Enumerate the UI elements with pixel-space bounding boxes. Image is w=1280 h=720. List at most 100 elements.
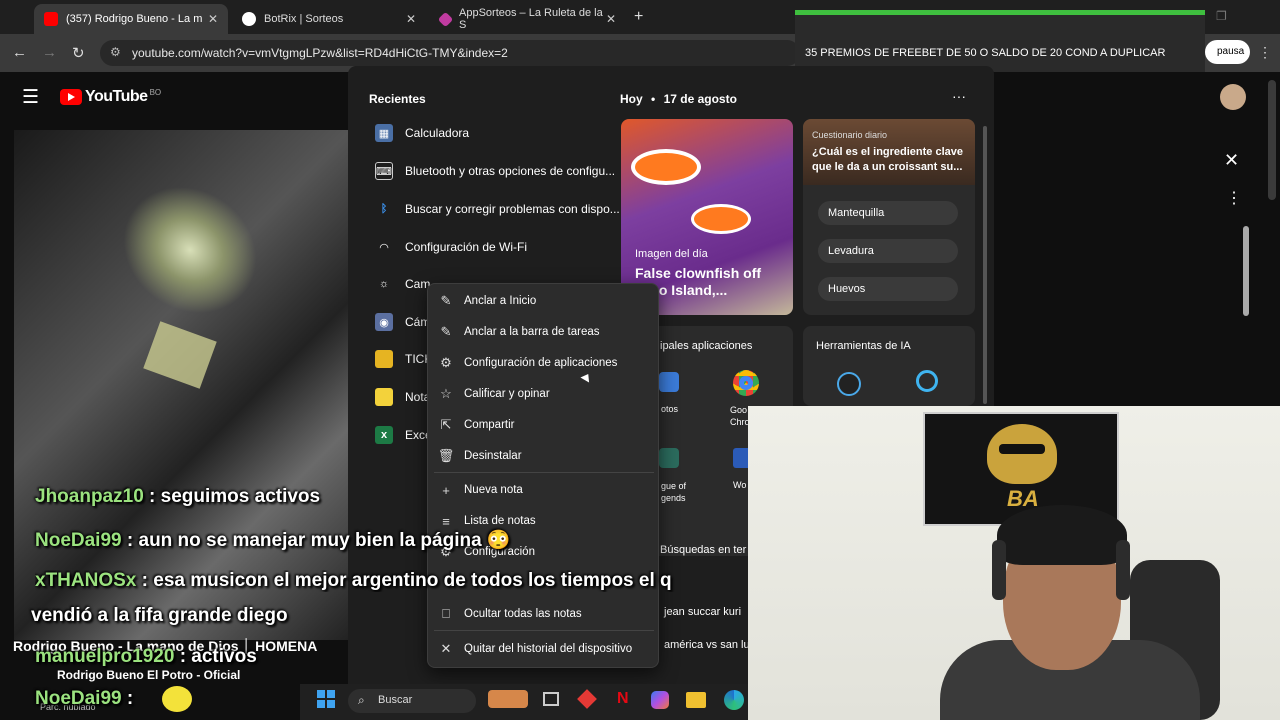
new-tab-icon[interactable]: + bbox=[634, 8, 643, 26]
tab-botrix[interactable]: BotRix | Sorteos ✕ bbox=[232, 4, 426, 34]
camera-icon: ◉ bbox=[375, 313, 393, 331]
tab-youtube[interactable]: (357) Rodrigo Bueno - La m ✕ bbox=[34, 4, 228, 34]
widget-highlight-icon[interactable] bbox=[488, 690, 528, 708]
recent-item-cam[interactable]: ☼ Cam bbox=[375, 275, 430, 293]
task-view-icon[interactable] bbox=[543, 692, 559, 706]
menu-item-share[interactable]: ⇱ Compartir bbox=[428, 412, 660, 438]
headphone-icon bbox=[1116, 540, 1130, 600]
apps-title: ipales aplicaciones bbox=[660, 340, 753, 352]
more-options-icon[interactable]: ⋮ bbox=[1226, 188, 1242, 208]
sunglasses-icon bbox=[999, 444, 1045, 454]
list-icon: ≡ bbox=[442, 513, 450, 529]
appsorteos-favicon-icon bbox=[437, 11, 454, 27]
menu-item-uninstall[interactable]: 🗑 Desinstalar bbox=[428, 443, 660, 469]
ai-tools-title: Herramientas de IA bbox=[816, 340, 911, 352]
edge-icon[interactable] bbox=[724, 690, 744, 710]
searches-title: Búsquedas en ter bbox=[660, 544, 747, 556]
restore-window-icon[interactable]: ❐ bbox=[1216, 9, 1227, 23]
context-menu: ✎ Anclar a Inicio ✎ Anclar a la barra de t… bbox=[427, 283, 659, 668]
menu-item-hide-notes[interactable]: ⎕ Ocultar todas las notas bbox=[428, 601, 660, 627]
country-code: BO bbox=[149, 88, 162, 97]
menu-item-app-settings[interactable]: ⚙ Configuración de aplicaciones bbox=[428, 350, 660, 376]
close-icon[interactable]: ✕ bbox=[406, 12, 416, 26]
kebab-menu-icon[interactable]: ⋮ bbox=[1258, 44, 1272, 61]
recent-item-tick[interactable]: TICK bbox=[375, 350, 432, 368]
menu-item-remove-history[interactable]: ✕ Quitar del historial del dispositivo bbox=[428, 636, 660, 662]
ai-paint-icon[interactable] bbox=[837, 372, 861, 396]
recent-item-troubleshoot[interactable]: ᛒ Buscar y corregir problemas con dispo.… bbox=[375, 200, 620, 218]
search-trend[interactable]: américa vs san lu bbox=[664, 639, 750, 651]
menu-item-rate[interactable]: ☆ Calificar y opinar bbox=[428, 381, 660, 407]
close-icon: ✕ bbox=[440, 641, 452, 656]
pin-icon: ✎ bbox=[440, 293, 452, 308]
chat-username: NoeDai99 bbox=[35, 688, 122, 709]
more-icon[interactable]: ··· bbox=[952, 88, 966, 104]
close-icon[interactable]: ✕ bbox=[1224, 150, 1239, 171]
youtube-logo[interactable]: YouTube BO bbox=[60, 88, 161, 106]
recent-item-excel[interactable]: x Exce bbox=[375, 426, 432, 444]
youtube-favicon-icon bbox=[44, 12, 58, 26]
search-trend[interactable]: jean succar kuri bbox=[664, 606, 741, 618]
recent-item-notes[interactable]: Nota bbox=[375, 388, 430, 406]
copilot-icon[interactable] bbox=[651, 691, 669, 709]
site-info-icon[interactable]: ⚙ bbox=[110, 45, 121, 59]
clownfish-image bbox=[631, 149, 701, 185]
ai-search-icon[interactable] bbox=[916, 370, 938, 392]
recent-item-bluetooth[interactable]: ⌨ Bluetooth y otras opciones de configu.… bbox=[375, 162, 615, 180]
menu-item-new-note[interactable]: + Nueva nota bbox=[428, 477, 660, 503]
recent-item-wifi[interactable]: ◠ Configuración de Wi-Fi bbox=[375, 238, 527, 256]
chat-text: : aun no se manejar muy bien la página 😳 bbox=[126, 530, 511, 551]
tab-appsorteos[interactable]: AppSorteos – La Ruleta de la S ✕ bbox=[430, 4, 626, 34]
file-explorer-icon[interactable] bbox=[686, 692, 706, 708]
quiz-card[interactable]: Cuestionario diario ¿Cuál es el ingredie… bbox=[803, 119, 975, 315]
menu-item-label: Lista de notas bbox=[464, 515, 536, 527]
chat-message: Jhoanpaz10 : seguimos activos bbox=[35, 486, 320, 508]
quiz-option[interactable]: Mantequilla bbox=[818, 201, 958, 225]
scrollbar[interactable] bbox=[983, 126, 987, 404]
banner-text: 35 PREMIOS DE FREEBET DE 50 O SALDO DE 2… bbox=[805, 47, 1166, 59]
url-field[interactable]: ⚙ youtube.com/watch?v=vmVtgmgLPzw&list=R… bbox=[100, 40, 800, 66]
menu-item-label: Ocultar todas las notas bbox=[464, 608, 582, 620]
chat-message: vendió a la fifa grande diego bbox=[31, 605, 288, 627]
forward-arrow-icon[interactable]: → bbox=[42, 44, 57, 61]
poster-logo bbox=[987, 424, 1057, 484]
channel-name[interactable]: Rodrigo Bueno El Potro - Oficial bbox=[57, 668, 240, 682]
league-icon[interactable] bbox=[659, 448, 679, 468]
chat-text: : seguimos activos bbox=[149, 486, 321, 507]
quiz-option[interactable]: Levadura bbox=[818, 239, 958, 263]
close-icon[interactable]: ✕ bbox=[606, 12, 616, 26]
close-icon[interactable]: ✕ bbox=[208, 12, 218, 26]
quiz-option[interactable]: Huevos bbox=[818, 277, 958, 301]
menu-item-label: Configuración de aplicaciones bbox=[464, 357, 618, 369]
share-icon: ⇱ bbox=[440, 417, 452, 432]
menu-item-label: Anclar a Inicio bbox=[464, 295, 537, 307]
taskbar-search[interactable]: ⌕ Buscar bbox=[348, 689, 476, 713]
gear-icon: ⚙ bbox=[440, 355, 452, 370]
today-date: 17 de agosto bbox=[663, 92, 737, 106]
menu-item-pin-start[interactable]: ✎ Anclar a Inicio bbox=[428, 288, 660, 314]
pause-button[interactable]: pausa bbox=[1205, 40, 1250, 64]
scrollbar[interactable] bbox=[1243, 226, 1249, 316]
trash-icon: 🗑 bbox=[437, 448, 455, 463]
menu-divider bbox=[434, 472, 654, 473]
menu-item-label: Compartir bbox=[464, 419, 515, 431]
pin-icon: ✎ bbox=[440, 324, 452, 339]
chat-username: xTHANOSx bbox=[35, 570, 137, 591]
menu-item-pin-taskbar[interactable]: ✎ Anclar a la barra de tareas bbox=[428, 319, 660, 345]
recent-item-camera[interactable]: ◉ Cám bbox=[375, 313, 430, 331]
back-arrow-icon[interactable]: ← bbox=[12, 44, 27, 61]
reload-icon[interactable]: ↻ bbox=[72, 44, 85, 62]
netflix-icon[interactable]: N bbox=[617, 690, 629, 708]
recent-item-calculator[interactable]: ▦ Calculadora bbox=[375, 124, 469, 142]
menu-icon[interactable]: ☰ bbox=[22, 86, 39, 109]
menu-item-label: Anclar a la barra de tareas bbox=[464, 326, 600, 338]
windows-start-icon[interactable] bbox=[317, 690, 335, 708]
calculator-icon: ▦ bbox=[375, 124, 393, 142]
sticky-notes-icon bbox=[375, 388, 393, 406]
scrollbar[interactable] bbox=[1268, 80, 1276, 200]
chrome-icon[interactable] bbox=[733, 370, 759, 396]
avatar[interactable] bbox=[1220, 84, 1246, 110]
photos-icon[interactable] bbox=[659, 372, 679, 392]
recent-item-label: Configuración de Wi-Fi bbox=[405, 240, 528, 254]
plus-icon: + bbox=[442, 482, 450, 498]
